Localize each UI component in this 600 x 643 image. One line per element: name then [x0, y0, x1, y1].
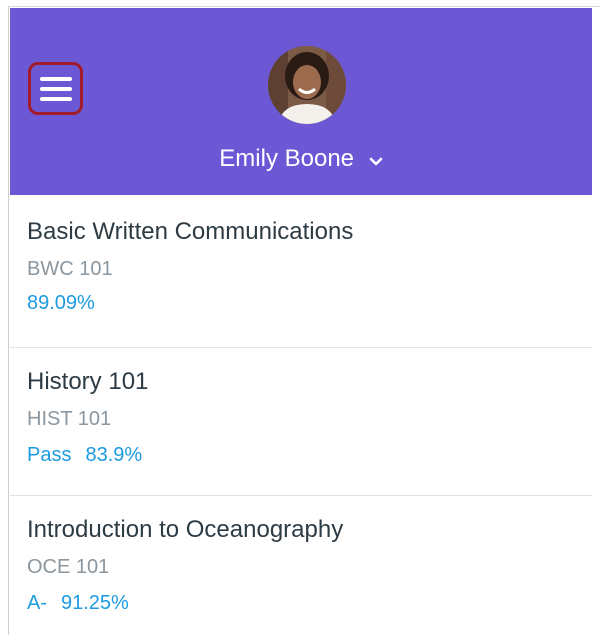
- course-card[interactable]: Introduction to Oceanography OCE 101 A- 9…: [10, 496, 592, 643]
- menu-button[interactable]: [28, 62, 83, 115]
- course-title: History 101: [27, 368, 149, 395]
- course-grade: 89.09%: [27, 292, 95, 315]
- course-code: HIST 101: [27, 408, 112, 430]
- user-photo: [268, 46, 346, 124]
- course-title: Introduction to Oceanography: [27, 516, 344, 543]
- course-letter-grade: A-: [27, 592, 47, 614]
- course-grade: A- 91.25%: [27, 592, 129, 615]
- course-grade-value: 83.9%: [85, 444, 143, 466]
- course-letter-grade: Pass: [27, 444, 72, 466]
- course-title: Basic Written Communications: [27, 218, 354, 245]
- user-name-dropdown[interactable]: Emily Boone: [10, 145, 592, 174]
- avatar[interactable]: [268, 46, 346, 124]
- course-grade-value: 91.25%: [61, 592, 129, 614]
- course-code: BWC 101: [27, 258, 113, 280]
- profile-header: Emily Boone: [10, 8, 592, 195]
- course-card[interactable]: History 101 HIST 101 Pass 83.9%: [10, 348, 592, 495]
- course-grade: Pass 83.9%: [27, 444, 142, 467]
- user-name: Emily Boone: [219, 145, 355, 172]
- hamburger-icon: [39, 76, 72, 101]
- course-grade-value: 89.09%: [27, 292, 95, 314]
- course-code: OCE 101: [27, 556, 110, 578]
- chevron-down-icon: [369, 146, 383, 174]
- course-card[interactable]: Basic Written Communications BWC 101 89.…: [10, 196, 592, 343]
